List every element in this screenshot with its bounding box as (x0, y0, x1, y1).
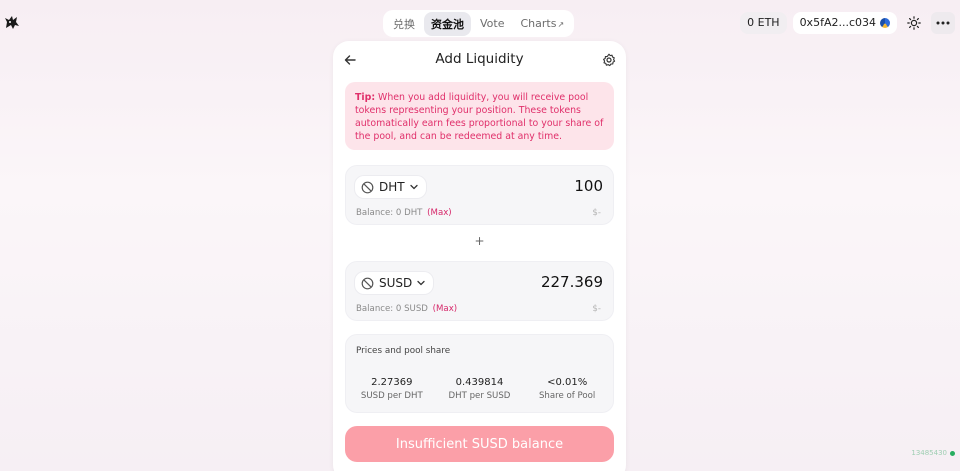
block-number: 13485430 (911, 449, 947, 457)
price-item: 2.27369 SUSD per DHT (349, 377, 434, 401)
token-b-max-button[interactable]: (Max) (433, 304, 457, 314)
sun-icon[interactable] (903, 12, 925, 34)
token-a-max-button[interactable]: (Max) (427, 208, 451, 218)
card-header: Add Liquidity (333, 41, 626, 77)
token-b-symbol: SUSD (379, 276, 413, 290)
tab-swap[interactable]: 兑换 (386, 12, 422, 36)
tip-box: Tip: When you add liquidity, you will re… (345, 82, 614, 150)
tab-vote-label: Vote (480, 17, 505, 30)
prices-title: Prices and pool share (356, 346, 451, 356)
block-status: 13485430 (911, 449, 955, 457)
account-address: 0x5fA2...c034 (799, 16, 876, 29)
token-a-select-button[interactable]: DHT (355, 176, 426, 198)
add-liquidity-card: Add Liquidity Tip: When you add liquidit… (333, 41, 626, 471)
price-item: <0.01% Share of Pool (525, 377, 610, 401)
tip-text: When you add liquidity, you will receive… (355, 92, 604, 142)
gear-icon[interactable] (602, 52, 616, 67)
token-a-input-panel: DHT 100 Balance: 0 DHT (Max) $- (345, 165, 614, 225)
account-avatar-icon (880, 18, 890, 28)
account-button[interactable]: 0x5fA2...c034 (792, 12, 897, 34)
unicorn-logo-icon[interactable] (4, 14, 20, 30)
status-dot-icon (950, 450, 955, 456)
tab-vote[interactable]: Vote (473, 13, 511, 34)
token-b-usd-value: $- (592, 304, 601, 314)
price-label: SUSD per DHT (360, 391, 423, 401)
token-b-select-button[interactable]: SUSD (355, 272, 434, 294)
token-b-balance-text: Balance: 0 SUSD (356, 304, 428, 314)
insufficient-balance-button[interactable]: Insufficient SUSD balance (345, 426, 614, 462)
token-a-balance-text: Balance: 0 DHT (356, 208, 423, 218)
tab-pool[interactable]: 资金池 (424, 11, 471, 36)
chevron-down-icon (409, 184, 418, 190)
more-icon[interactable] (931, 12, 955, 34)
token-b-input-panel: SUSD 227.369 Balance: 0 SUSD (Max) $- (345, 261, 614, 321)
no-token-icon (361, 277, 374, 289)
header-right: 0 ETH 0x5fA2...c034 (740, 12, 955, 34)
pool-share-value: <0.01% (547, 377, 588, 388)
eth-balance-text: 0 ETH (747, 16, 780, 29)
token-b-amount-input[interactable]: 227.369 (541, 273, 603, 291)
no-token-icon (361, 181, 374, 193)
tab-charts-label: Charts (520, 17, 557, 30)
external-link-icon: ↗ (557, 20, 565, 29)
plus-icon: + (474, 234, 485, 248)
price-value: 2.27369 (371, 377, 413, 388)
page-title: Add Liquidity (435, 51, 524, 67)
eth-balance: 0 ETH (740, 12, 787, 34)
chevron-down-icon (417, 280, 425, 286)
token-b-balance: Balance: 0 SUSD (Max) (356, 304, 457, 314)
price-item: 0.439814 DHT per SUSD (437, 377, 522, 401)
token-a-balance: Balance: 0 DHT (Max) (356, 208, 452, 218)
price-label: DHT per SUSD (448, 391, 511, 401)
price-value: 0.439814 (455, 377, 504, 388)
token-a-amount-input[interactable]: 100 (574, 177, 603, 195)
tab-pool-label: 资金池 (431, 17, 464, 31)
token-a-symbol: DHT (379, 180, 405, 194)
token-a-usd-value: $- (592, 208, 601, 218)
main-nav: 兑换 资金池 Vote Charts↗ (383, 10, 574, 37)
tab-swap-label: 兑换 (393, 17, 415, 31)
tip-prefix: Tip: (355, 92, 376, 103)
prices-pool-share-panel: Prices and pool share 2.27369 SUSD per D… (345, 334, 614, 413)
tab-charts[interactable]: Charts↗ (513, 13, 571, 34)
price-columns: 2.27369 SUSD per DHT 0.439814 DHT per SU… (346, 377, 613, 401)
pool-share-label: Share of Pool (538, 391, 596, 401)
